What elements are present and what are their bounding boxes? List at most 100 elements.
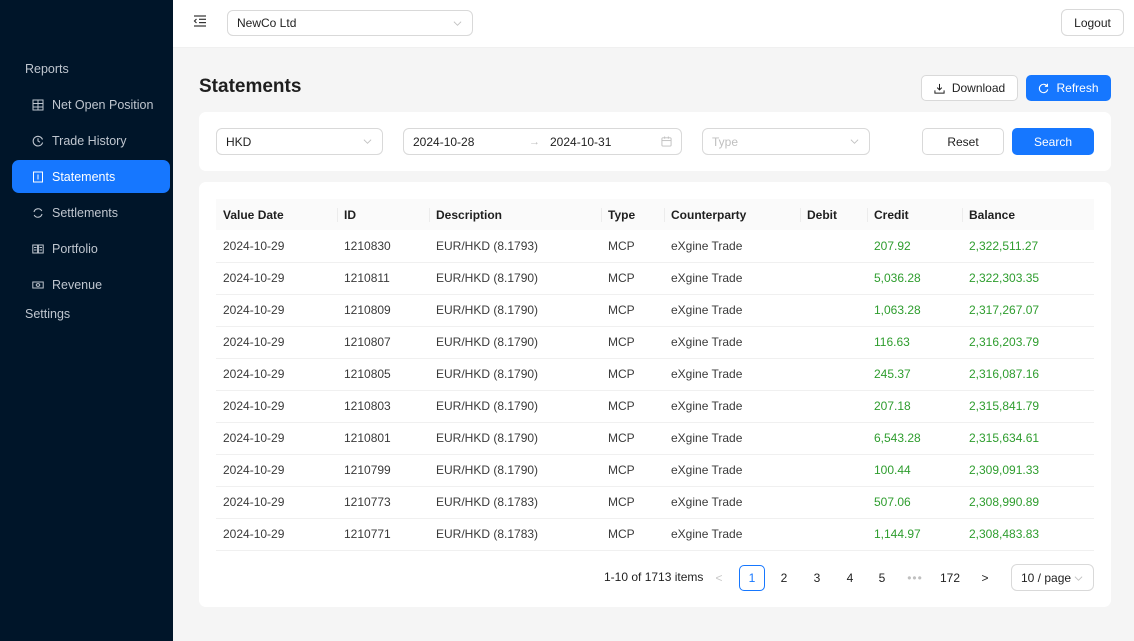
logout-button[interactable]: Logout	[1061, 9, 1124, 36]
column-header-credit[interactable]: Credit	[867, 199, 962, 230]
cell-debit	[800, 326, 867, 359]
cell-credit: 100.44	[867, 454, 962, 487]
table-row[interactable]: 2024-10-29 1210771 EUR/HKD (8.1783) MCP eXgi…	[216, 518, 1094, 551]
cell-description: EUR/HKD (8.1790)	[429, 326, 601, 359]
table-row[interactable]: 2024-10-29 1210801 EUR/HKD (8.1790) MCP eXgi…	[216, 422, 1094, 455]
sidebar-item-label: Portfolio	[52, 241, 98, 256]
page-size-select[interactable]: 10 / page	[1011, 564, 1094, 591]
pagination-page-4[interactable]: 4	[837, 565, 863, 591]
sidebar-item-label: Net Open Position	[52, 97, 154, 112]
column-header-type[interactable]: Type	[601, 199, 664, 230]
column-header-description[interactable]: Description	[429, 199, 601, 230]
currency-select[interactable]: HKD	[216, 128, 383, 155]
menu-fold-icon[interactable]	[193, 14, 207, 28]
pagination-next-button[interactable]: >	[972, 565, 998, 591]
pagination-page-last[interactable]: 172	[937, 565, 963, 591]
sidebar: Reports Net Open Position Trade History …	[0, 0, 173, 641]
cell-counterparty: eXgine Trade	[664, 486, 800, 519]
table-row[interactable]: 2024-10-29 1210803 EUR/HKD (8.1790) MCP eXgi…	[216, 390, 1094, 423]
search-button[interactable]: Search	[1012, 128, 1094, 155]
top-header: NewCo Ltd Logout	[173, 0, 1134, 48]
table-row[interactable]: 2024-10-29 1210830 EUR/HKD (8.1793) MCP eXgi…	[216, 230, 1094, 263]
reset-button[interactable]: Reset	[922, 128, 1004, 155]
pagination-prev-button[interactable]: <	[706, 565, 732, 591]
cell-debit	[800, 518, 867, 551]
date-from-input[interactable]: 2024-10-28	[413, 135, 529, 149]
cell-debit	[800, 230, 867, 263]
cell-id: 1210805	[337, 358, 429, 391]
chevron-down-icon	[850, 139, 859, 144]
download-button[interactable]: Download	[921, 75, 1018, 101]
table-row[interactable]: 2024-10-29 1210773 EUR/HKD (8.1783) MCP eXgi…	[216, 486, 1094, 519]
sidebar-item-statements[interactable]: Statements	[12, 160, 170, 193]
cell-counterparty: eXgine Trade	[664, 326, 800, 359]
column-header-debit[interactable]: Debit	[800, 199, 867, 230]
pagination-jump-next[interactable]: •••	[902, 565, 928, 591]
refresh-button[interactable]: Refresh	[1026, 75, 1111, 101]
cell-debit	[800, 390, 867, 423]
pagination-page-5[interactable]: 5	[869, 565, 895, 591]
cell-description: EUR/HKD (8.1783)	[429, 486, 601, 519]
cell-balance: 2,317,267.07	[962, 294, 1094, 327]
statements-table: Value Date ID Description Type Counterpa…	[216, 199, 1094, 551]
table-row[interactable]: 2024-10-29 1210807 EUR/HKD (8.1790) MCP eXgi…	[216, 326, 1094, 359]
sidebar-group-settings[interactable]: Settings	[25, 307, 70, 321]
table-row[interactable]: 2024-10-29 1210811 EUR/HKD (8.1790) MCP eXgi…	[216, 262, 1094, 295]
company-select[interactable]: NewCo Ltd	[227, 10, 473, 36]
reload-icon	[1039, 83, 1049, 93]
pagination-page-2[interactable]: 2	[771, 565, 797, 591]
sidebar-item-portfolio[interactable]: Portfolio	[12, 232, 170, 265]
cell-type: MCP	[601, 262, 664, 295]
table-row[interactable]: 2024-10-29 1210805 EUR/HKD (8.1790) MCP eXgi…	[216, 358, 1094, 391]
cell-description: EUR/HKD (8.1793)	[429, 230, 601, 263]
pagination-page-3[interactable]: 3	[804, 565, 830, 591]
cell-credit: 1,063.28	[867, 294, 962, 327]
sidebar-item-settlements[interactable]: Settlements	[12, 196, 170, 229]
cell-credit: 245.37	[867, 358, 962, 391]
cell-credit: 1,144.97	[867, 518, 962, 551]
cell-debit	[800, 262, 867, 295]
chevron-down-icon	[363, 139, 372, 144]
column-header-id[interactable]: ID	[337, 199, 429, 230]
download-icon	[934, 83, 945, 94]
date-range-picker[interactable]: 2024-10-28 → 2024-10-31	[403, 128, 682, 155]
cell-debit	[800, 294, 867, 327]
cell-description: EUR/HKD (8.1790)	[429, 422, 601, 455]
sync-icon	[32, 207, 44, 219]
cell-value-date: 2024-10-29	[216, 294, 337, 327]
cell-value-date: 2024-10-29	[216, 454, 337, 487]
cell-description: EUR/HKD (8.1790)	[429, 454, 601, 487]
cell-debit	[800, 454, 867, 487]
company-select-value: NewCo Ltd	[237, 16, 297, 30]
cell-type: MCP	[601, 326, 664, 359]
cell-credit: 507.06	[867, 486, 962, 519]
cell-id: 1210801	[337, 422, 429, 455]
type-select[interactable]: Type	[702, 128, 870, 155]
sidebar-item-trade-history[interactable]: Trade History	[12, 124, 170, 157]
chevron-down-icon	[453, 21, 462, 26]
column-header-counterparty[interactable]: Counterparty	[664, 199, 800, 230]
column-header-balance[interactable]: Balance	[962, 199, 1094, 230]
table-row[interactable]: 2024-10-29 1210809 EUR/HKD (8.1790) MCP eXgi…	[216, 294, 1094, 327]
filter-panel: HKD 2024-10-28 → 2024-10-31 Type Reset S…	[199, 112, 1111, 171]
cell-counterparty: eXgine Trade	[664, 262, 800, 295]
sidebar-item-label: Settlements	[52, 205, 119, 220]
pagination-page-1[interactable]: 1	[739, 565, 765, 591]
cell-balance: 2,316,087.16	[962, 358, 1094, 391]
sidebar-item-revenue[interactable]: Revenue	[12, 268, 170, 301]
cell-balance: 2,315,841.79	[962, 390, 1094, 423]
cell-counterparty: eXgine Trade	[664, 230, 800, 263]
table-row[interactable]: 2024-10-29 1210799 EUR/HKD (8.1790) MCP eXgi…	[216, 454, 1094, 487]
date-to-input[interactable]: 2024-10-31	[550, 135, 611, 149]
column-header-value-date[interactable]: Value Date	[216, 199, 337, 230]
cell-balance: 2,308,483.83	[962, 518, 1094, 551]
cell-description: EUR/HKD (8.1790)	[429, 358, 601, 391]
cell-description: EUR/HKD (8.1790)	[429, 390, 601, 423]
cell-counterparty: eXgine Trade	[664, 422, 800, 455]
cell-type: MCP	[601, 486, 664, 519]
sidebar-item-net-open-position[interactable]: Net Open Position	[12, 88, 170, 121]
refresh-label: Refresh	[1056, 81, 1099, 95]
calendar-icon	[661, 136, 672, 147]
file-icon	[32, 171, 44, 183]
cell-value-date: 2024-10-29	[216, 262, 337, 295]
